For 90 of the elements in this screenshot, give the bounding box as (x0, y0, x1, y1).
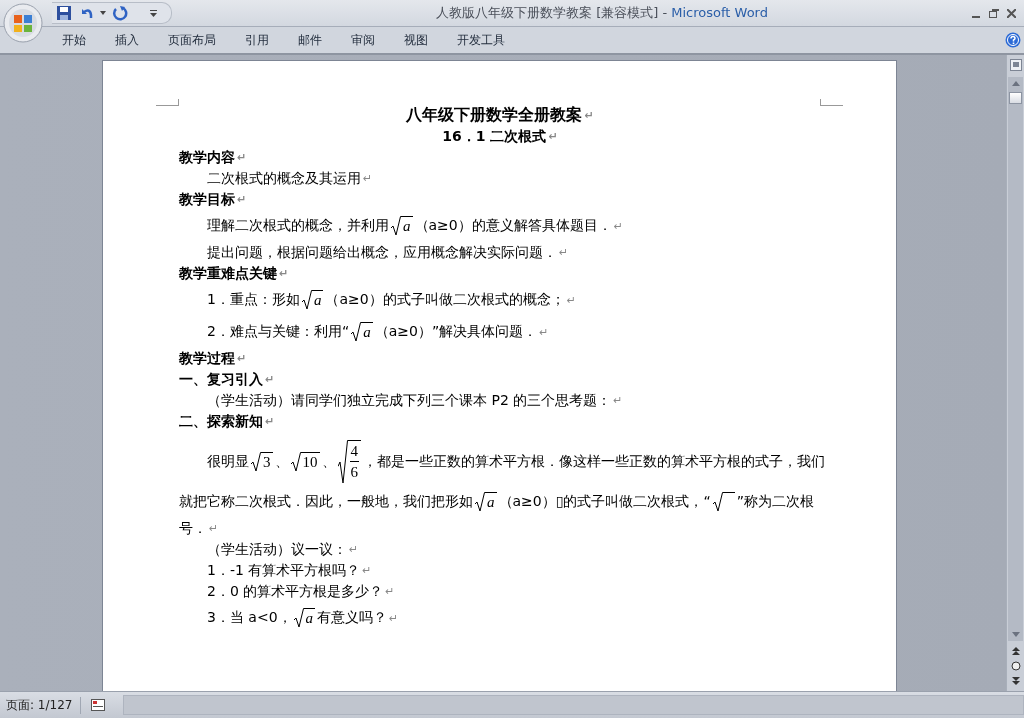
radicand: a (401, 216, 413, 236)
radicand: a (485, 492, 497, 512)
radicand: a (361, 322, 373, 342)
radical-sign-icon (290, 452, 301, 472)
paragraph-mark: ↵ (265, 415, 275, 428)
caret-icon[interactable] (100, 11, 106, 15)
radicand: 3 (261, 452, 273, 472)
macro-record-icon[interactable] (91, 699, 106, 711)
paragraph-mark: ↵ (209, 522, 219, 535)
ribbon-tab[interactable]: 开始 (48, 28, 100, 52)
body-text: 有意义吗？ (317, 609, 388, 627)
body-text: 理解二次根式的概念，并利用 (207, 217, 389, 235)
customize-menu-icon[interactable] (150, 9, 157, 17)
browse-object-icon[interactable] (1010, 661, 1021, 671)
paragraph-mark: ↵ (613, 219, 623, 233)
radical-sign-icon (293, 608, 304, 628)
section-heading: 一、复习引入 (179, 370, 263, 389)
paragraph-mark: ↵ (613, 394, 623, 407)
body-text: （a≥0）▯的式子叫做二次根式，“ (498, 493, 711, 511)
section-heading: 教学重难点关键 (179, 264, 277, 283)
body-text: 提出问题，根据问题给出概念，应用概念解决实际问题． (207, 243, 557, 262)
denominator: 6 (350, 463, 358, 482)
ribbon-tab[interactable]: 开发工具 (443, 28, 519, 52)
app-name: Microsoft Word (671, 5, 768, 20)
paragraph-mark: ↵ (349, 543, 359, 556)
body-text: 号． (179, 519, 207, 538)
ribbon-tab[interactable]: 视图 (390, 28, 442, 52)
body-text: （a≥0）的意义解答具体题目． (414, 217, 612, 235)
radical-sign-icon (391, 216, 401, 236)
body-text: 就把它称二次根式．因此，一般地，我们把形如 (179, 493, 473, 511)
ribbon-tab[interactable]: 引用 (231, 28, 283, 52)
paragraph-mark: ↵ (237, 193, 247, 206)
paragraph-mark: ↵ (584, 109, 594, 122)
radical-sign-icon (301, 290, 312, 310)
body-text: 2．难点与关键：利用“ (207, 323, 350, 341)
office-button[interactable] (3, 3, 43, 43)
section-title: 16．1 二次根式 (442, 127, 547, 146)
section-heading: 教学目标 (179, 190, 235, 209)
paragraph-mark: ↵ (559, 246, 569, 259)
radical-sign-icon (351, 322, 362, 342)
window-title: 人教版八年级下册数学教案 [兼容模式] - (436, 5, 669, 20)
body-text: （学生活动）请同学们独立完成下列三个课本 P2 的三个思考题： (207, 391, 612, 410)
radicand: 10 (300, 452, 320, 472)
paragraph-mark: ↵ (279, 267, 289, 280)
help-icon[interactable] (1005, 32, 1021, 48)
radicand: a (303, 608, 316, 628)
section-heading: 二、探索新知 (179, 412, 263, 431)
paragraph-mark: ↵ (566, 293, 576, 307)
next-page-icon[interactable] (1011, 677, 1020, 685)
save-icon[interactable] (56, 5, 72, 21)
numerator: 4 (349, 441, 359, 462)
paragraph-mark: ↵ (548, 130, 558, 143)
redo-icon[interactable] (112, 5, 128, 21)
restore-icon[interactable] (989, 8, 999, 18)
paragraph-mark: ↵ (237, 352, 247, 365)
ribbon-tab[interactable]: 邮件 (284, 28, 336, 52)
body-text: 2．0 的算术平方根是多少？ (207, 582, 384, 601)
page-count[interactable]: 页面: 1/127 (6, 696, 82, 714)
document-title: 八年级下册数学全册教案 (406, 105, 583, 126)
paragraph-mark: ↵ (362, 564, 372, 577)
body-text: 3．当 a<0， (207, 609, 292, 627)
close-icon[interactable] (1007, 8, 1016, 18)
paragraph-mark: ↵ (389, 611, 399, 625)
paragraph-mark: ↵ (265, 373, 275, 386)
body-text: 、 (274, 453, 289, 471)
radical-sign-icon (251, 452, 261, 472)
paragraph-mark: ↵ (237, 151, 247, 164)
body-text: 、 (321, 453, 336, 471)
previous-page-icon[interactable] (1011, 647, 1020, 655)
paragraph-mark: ↵ (385, 585, 395, 598)
body-text: 1．-1 有算术平方根吗？ (207, 561, 361, 580)
ribbon-tab[interactable]: 插入 (101, 28, 153, 52)
paragraph-mark: ↵ (539, 325, 549, 339)
body-text: （学生活动）议一议： (207, 540, 347, 559)
section-heading: 教学内容 (179, 148, 235, 167)
body-text: （a≥0）”解决具体问题． (374, 323, 538, 341)
body-text: （a≥0）的式子叫做二次根式的概念； (325, 291, 565, 309)
radicand: a (311, 290, 324, 310)
body-text: 很明显 (207, 453, 249, 471)
body-text: 二次根式的概念及其运用 (207, 169, 361, 188)
ribbon-tab[interactable]: 审阅 (337, 28, 389, 52)
paragraph-mark: ↵ (363, 172, 373, 185)
section-heading: 教学过程 (179, 349, 235, 368)
ruler-toggle-icon[interactable] (1009, 59, 1022, 71)
radical-sign-icon (475, 492, 485, 512)
ribbon-tab[interactable]: 页面布局 (154, 28, 230, 52)
body-text: 1．重点：形如 (207, 291, 300, 309)
body-text: ”称为二次根 (736, 493, 814, 511)
scroll-thumb[interactable] (1009, 92, 1022, 104)
body-text: ，都是一些正数的算术平方根．像这样一些正数的算术平方根的式子，我们 (363, 453, 825, 471)
